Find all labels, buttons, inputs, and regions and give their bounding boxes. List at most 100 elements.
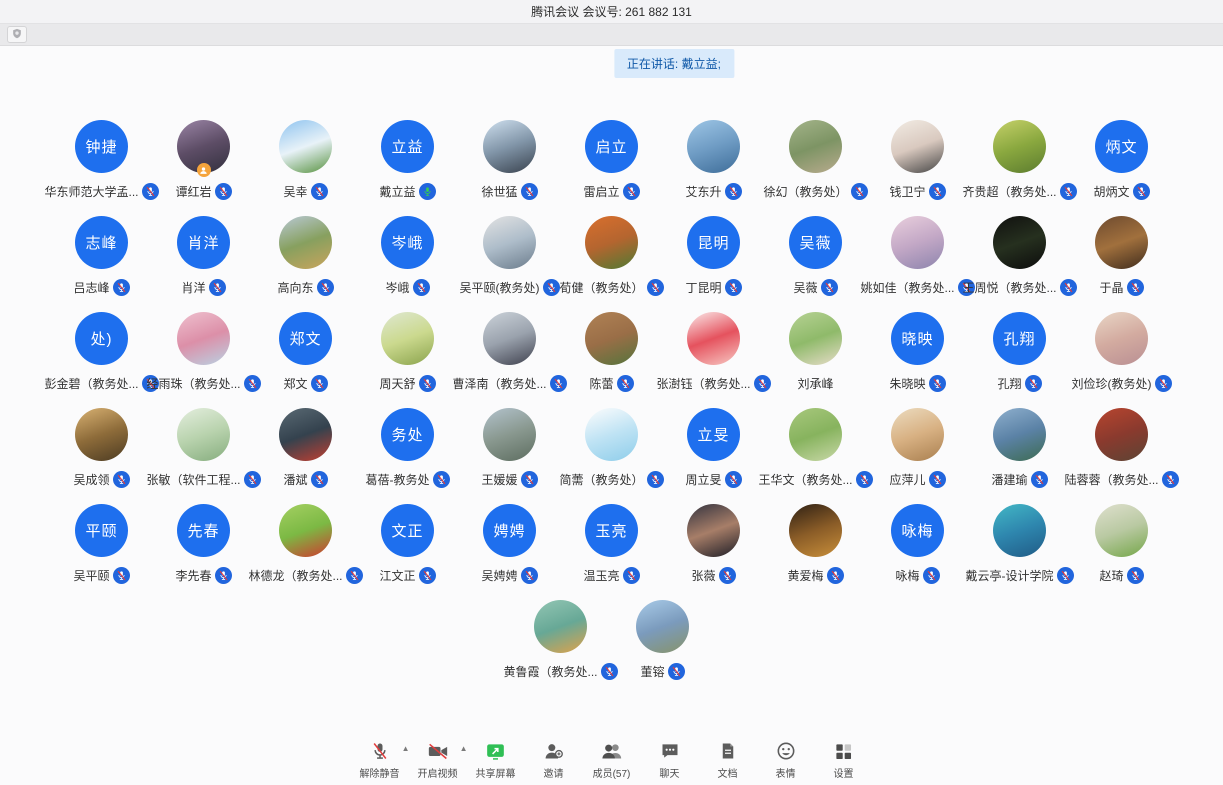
participant-cell[interactable]: 娉娉吴娉娉 <box>459 497 561 593</box>
participant-avatar[interactable]: 玉亮 <box>585 504 638 557</box>
participant-avatar[interactable]: 务处 <box>381 408 434 461</box>
participant-avatar[interactable]: 文正 <box>381 504 434 557</box>
participant-cell[interactable]: 艾东升 <box>663 113 765 209</box>
participant-avatar[interactable]: 郑文 <box>279 312 332 365</box>
participant-avatar[interactable] <box>993 120 1046 173</box>
participant-cell[interactable]: 齐贵超（教务处... <box>969 113 1071 209</box>
participant-avatar[interactable] <box>381 312 434 365</box>
participant-cell[interactable]: 董镕 <box>612 593 714 689</box>
participant-avatar[interactable] <box>687 504 740 557</box>
participant-cell[interactable]: 经雨珠（教务处... <box>153 305 255 401</box>
participant-avatar[interactable] <box>279 408 332 461</box>
toolbar-invite-button[interactable]: 邀请 <box>532 740 576 780</box>
toolbar-settings-button[interactable]: 设置 <box>822 740 866 780</box>
participant-cell[interactable]: 荀健（教务处） <box>561 209 663 305</box>
participant-cell[interactable]: 吴平颐(教务处) <box>459 209 561 305</box>
participant-cell[interactable]: 张敏（软件工程... <box>153 401 255 497</box>
participant-avatar[interactable] <box>993 504 1046 557</box>
participant-avatar[interactable]: 立旻 <box>687 408 740 461</box>
participant-avatar[interactable] <box>585 216 638 269</box>
toolbar-mic-muted-button[interactable]: ▲解除静音 <box>358 740 402 780</box>
participant-avatar[interactable]: 咏梅 <box>891 504 944 557</box>
participant-cell[interactable]: 立益戴立益 <box>357 113 459 209</box>
participant-avatar[interactable] <box>483 120 536 173</box>
participant-cell[interactable]: 潘建瑜 <box>969 401 1071 497</box>
participant-avatar[interactable] <box>993 216 1046 269</box>
participant-avatar[interactable]: 立益 <box>381 120 434 173</box>
toolbar-document-button[interactable]: 文档 <box>706 740 750 780</box>
participant-cell[interactable]: 陈蕾 <box>561 305 663 401</box>
participant-cell[interactable]: 岑峨岑峨 <box>357 209 459 305</box>
participant-avatar[interactable] <box>1095 312 1148 365</box>
participant-avatar[interactable]: 娉娉 <box>483 504 536 557</box>
participant-cell[interactable]: 咏梅咏梅 <box>867 497 969 593</box>
toolbar-chat-button[interactable]: 聊天 <box>648 740 692 780</box>
participant-cell[interactable]: 刘承峰 <box>765 305 867 401</box>
participant-cell[interactable]: 林德龙（教务处... <box>255 497 357 593</box>
participant-avatar[interactable]: 钟捷 <box>75 120 128 173</box>
participant-avatar[interactable] <box>789 312 842 365</box>
participant-cell[interactable]: 肖洋肖洋 <box>153 209 255 305</box>
toolbar-share-screen-button[interactable]: 共享屏幕 <box>474 740 518 780</box>
participant-avatar[interactable] <box>279 120 332 173</box>
participant-avatar[interactable]: 孔翔 <box>993 312 1046 365</box>
caret-up-icon[interactable]: ▲ <box>402 745 410 753</box>
participant-cell[interactable]: 陆蓉蓉（教务处... <box>1071 401 1173 497</box>
participant-avatar[interactable] <box>279 216 332 269</box>
participant-avatar[interactable]: 志峰 <box>75 216 128 269</box>
participant-avatar[interactable] <box>177 408 230 461</box>
participant-cell[interactable]: 吴幸 <box>255 113 357 209</box>
participant-cell[interactable]: 张薇 <box>663 497 765 593</box>
participant-cell[interactable]: 郑文郑文 <box>255 305 357 401</box>
participant-avatar[interactable] <box>483 312 536 365</box>
participant-cell[interactable]: 黄鲁霞（教务处... <box>510 593 612 689</box>
participant-cell[interactable]: 王媛媛 <box>459 401 561 497</box>
participant-cell[interactable]: 潘斌 <box>255 401 357 497</box>
participant-avatar[interactable] <box>636 600 689 653</box>
participant-avatar[interactable]: 吴薇 <box>789 216 842 269</box>
participant-cell[interactable]: 处)彭金碧（教务处... <box>51 305 153 401</box>
participant-avatar[interactable] <box>1095 408 1148 461</box>
participant-avatar[interactable] <box>585 312 638 365</box>
participant-avatar[interactable] <box>789 408 842 461</box>
toolbar-members-button[interactable]: 成员(57) <box>590 740 634 780</box>
participant-cell[interactable]: 于晶 <box>1071 209 1173 305</box>
participant-cell[interactable]: 张澍钰（教务处... <box>663 305 765 401</box>
participant-cell[interactable]: 刘俭珍(教务处) <box>1071 305 1173 401</box>
participant-cell[interactable]: 谭红岩 <box>153 113 255 209</box>
participant-avatar[interactable]: 炳文 <box>1095 120 1148 173</box>
participant-avatar[interactable] <box>891 216 944 269</box>
participant-cell[interactable]: 平颐吴平颐 <box>51 497 153 593</box>
participant-cell[interactable]: 徐幻（教务处） <box>765 113 867 209</box>
participant-avatar[interactable] <box>279 504 332 557</box>
toolbar-camera-off-button[interactable]: ▲开启视频 <box>416 740 460 780</box>
participant-cell[interactable]: 应萍儿 <box>867 401 969 497</box>
participant-avatar[interactable] <box>1095 504 1148 557</box>
participant-cell[interactable]: 钱卫宁 <box>867 113 969 209</box>
participant-avatar[interactable] <box>585 408 638 461</box>
participant-cell[interactable]: 孔翔孔翔 <box>969 305 1071 401</box>
participant-cell[interactable]: 王华文（教务处... <box>765 401 867 497</box>
participant-avatar[interactable]: 肖洋 <box>177 216 230 269</box>
participant-avatar[interactable] <box>789 120 842 173</box>
participant-avatar[interactable] <box>993 408 1046 461</box>
caret-up-icon[interactable]: ▲ <box>460 745 468 753</box>
participant-cell[interactable]: 黄爱梅 <box>765 497 867 593</box>
participant-cell[interactable]: 晓映朱晓映 <box>867 305 969 401</box>
security-shield-button[interactable] <box>7 26 27 43</box>
participant-cell[interactable]: 简薷（教务处） <box>561 401 663 497</box>
participant-cell[interactable]: 玉亮温玉亮 <box>561 497 663 593</box>
participant-cell[interactable]: 立旻周立旻 <box>663 401 765 497</box>
participant-avatar[interactable]: 启立 <box>585 120 638 173</box>
participant-cell[interactable]: 吴薇吴薇 <box>765 209 867 305</box>
participant-avatar[interactable] <box>483 408 536 461</box>
participant-avatar[interactable]: 平颐 <box>75 504 128 557</box>
participant-cell[interactable]: 启立雷启立 <box>561 113 663 209</box>
participant-avatar[interactable] <box>891 408 944 461</box>
participant-cell[interactable]: 钟捷华东师范大学孟... <box>51 113 153 209</box>
participant-avatar[interactable] <box>177 120 230 173</box>
participant-avatar[interactable] <box>1095 216 1148 269</box>
participant-cell[interactable]: 戴云亭-设计学院 <box>969 497 1071 593</box>
participant-avatar[interactable]: 晓映 <box>891 312 944 365</box>
participant-avatar[interactable]: 昆明 <box>687 216 740 269</box>
